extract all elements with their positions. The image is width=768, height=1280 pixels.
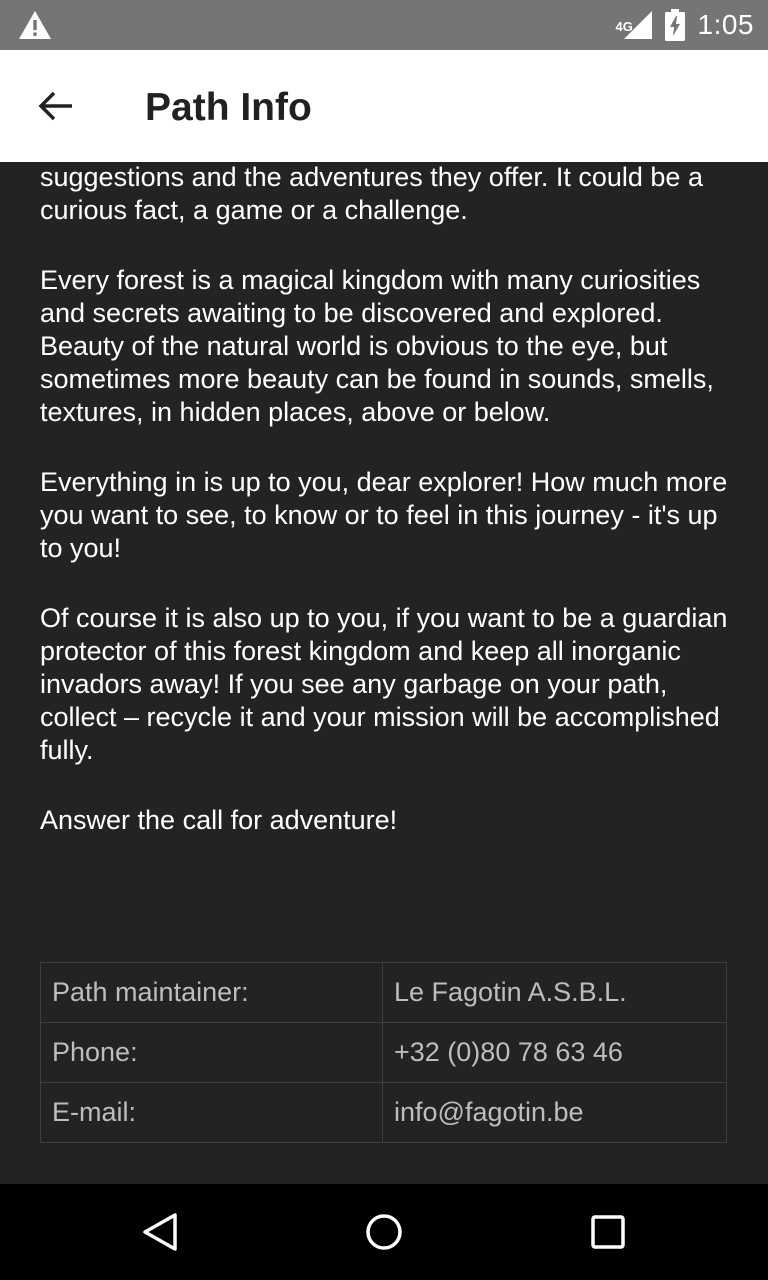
back-button[interactable]	[20, 74, 92, 138]
navigation-bar	[0, 1184, 768, 1280]
network-type-label: 4G	[615, 19, 633, 34]
nav-recents-button[interactable]	[578, 1202, 638, 1262]
table-row: Path maintainer: Le Fagotin A.S.B.L.	[40, 962, 727, 1023]
status-time: 1:05	[697, 9, 754, 40]
battery-charging-icon	[664, 9, 685, 41]
signal-icon: 4G	[616, 9, 654, 41]
status-icons: 4G 1:05	[616, 0, 755, 50]
phone-value[interactable]: +32 (0)80 78 63 46	[382, 1022, 727, 1083]
paragraph-forest: Every forest is a magical kingdom with m…	[40, 265, 714, 427]
arrow-left-icon	[38, 91, 72, 121]
paragraph-explorer: Everything in is up to you, dear explore…	[40, 467, 728, 563]
table-row: Phone: +32 (0)80 78 63 46	[40, 1022, 727, 1083]
page-title: Path Info	[145, 86, 312, 129]
app-bar: Path Info	[0, 50, 768, 162]
paragraph-guardian: Of course it is also up to you, if you w…	[40, 603, 728, 765]
home-circle-icon	[366, 1214, 402, 1250]
back-triangle-icon	[143, 1213, 177, 1251]
description-text: stop for a while, take a moment to explo…	[40, 162, 735, 874]
status-bar: 4G 1:05	[0, 0, 768, 50]
nav-back-button[interactable]	[130, 1202, 190, 1262]
email-label: E-mail:	[40, 1082, 383, 1143]
path-info-table: Path maintainer: Le Fagotin A.S.B.L. Pho…	[40, 962, 727, 1143]
email-value[interactable]: info@fagotin.be	[382, 1082, 727, 1143]
phone-label: Phone:	[40, 1022, 383, 1083]
table-row: E-mail: info@fagotin.be	[40, 1082, 727, 1143]
warning-icon	[19, 11, 51, 39]
paragraph-call: Answer the call for adventure!	[40, 805, 398, 835]
screen: 4G 1:05 Path Info stop for a while, take…	[0, 0, 768, 1280]
maintainer-value: Le Fagotin A.S.B.L.	[382, 962, 727, 1023]
maintainer-label: Path maintainer:	[40, 962, 383, 1023]
nav-home-button[interactable]	[354, 1202, 414, 1262]
content-scroll-area[interactable]: stop for a while, take a moment to explo…	[0, 162, 768, 1184]
paragraph-intro: stop for a while, take a moment to explo…	[40, 162, 703, 225]
recents-square-icon	[591, 1215, 625, 1249]
